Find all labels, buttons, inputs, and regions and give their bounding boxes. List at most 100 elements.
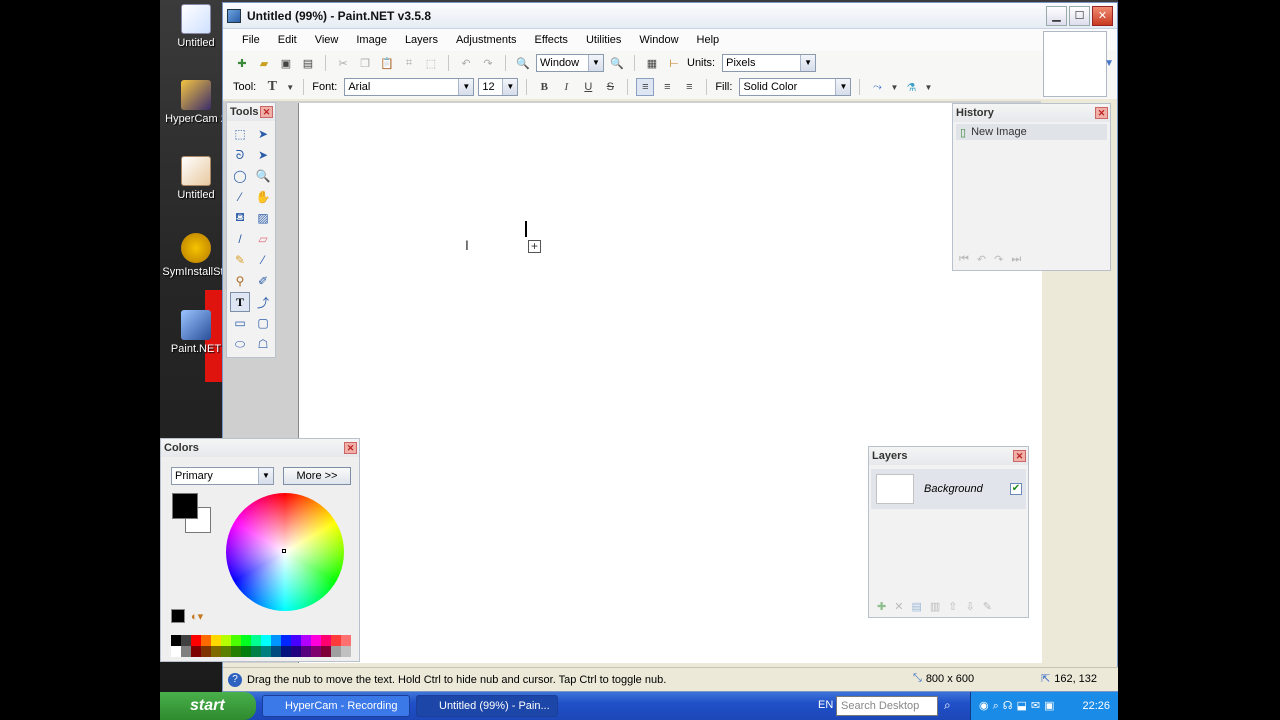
search-icon[interactable]: ⌕ — [944, 698, 951, 713]
layer-properties-icon[interactable]: ✎ — [983, 600, 992, 613]
cut-icon[interactable]: ✂ — [334, 54, 352, 72]
align-right-icon[interactable]: ≡ — [680, 78, 698, 96]
move-selected-icon[interactable]: ➤ — [253, 145, 273, 165]
fast-forward-icon[interactable]: ⏭ — [1011, 253, 1021, 266]
palette-menu-icon[interactable]: ◐▾ — [191, 610, 203, 623]
tray-icons[interactable]: ◉⌕☊⬓✉▣ — [979, 699, 1059, 713]
search-desktop-input[interactable]: Search Desktop — [836, 696, 938, 716]
fill-select[interactable]: Solid Color ▼ — [739, 78, 852, 96]
magic-wand-icon[interactable]: ⁄ — [230, 187, 250, 207]
menu-view[interactable]: View — [306, 34, 348, 46]
desktop-icon-paintnet[interactable]: Paint.NET — [161, 310, 231, 355]
chevron-down-icon[interactable]: ▼ — [285, 78, 295, 96]
blend-mode-icon[interactable]: ⚗ — [902, 78, 920, 96]
print-icon[interactable]: ▤ — [299, 54, 317, 72]
deselect-icon[interactable]: ⬚ — [422, 54, 440, 72]
menu-effects[interactable]: Effects — [526, 34, 577, 46]
ellipse-select-icon[interactable]: ◯ — [230, 166, 250, 186]
eraser-icon[interactable]: ▱ — [253, 229, 273, 249]
color-palette[interactable] — [171, 635, 351, 657]
recolor-icon[interactable]: ✐ — [253, 271, 273, 291]
bold-button[interactable]: B — [535, 78, 553, 96]
rectangle-icon[interactable]: ▭ — [230, 313, 250, 333]
ellipse-icon[interactable]: ⬭ — [230, 334, 250, 354]
menu-layers[interactable]: Layers — [396, 34, 447, 46]
chevron-down-icon[interactable]: ▼ — [890, 78, 898, 96]
taskbar-item-paintnet[interactable]: Untitled (99%) - Pain... — [416, 695, 558, 717]
menu-adjustments[interactable]: Adjustments — [447, 34, 526, 46]
taskbar-item-hypercam[interactable]: HyperCam - Recording — [262, 695, 410, 717]
gradient-icon[interactable]: ▨ — [253, 208, 273, 228]
strikethrough-button[interactable]: S — [601, 78, 619, 96]
add-layer-icon[interactable]: ✚ — [877, 600, 886, 613]
ruler-icon[interactable]: ⊢ — [665, 54, 683, 72]
history-item[interactable]: ▯ New Image — [956, 124, 1107, 140]
undo-icon[interactable]: ↶ — [457, 54, 475, 72]
layer-row[interactable]: Background ✔ — [871, 469, 1026, 509]
close-icon[interactable]: ✕ — [1095, 107, 1108, 119]
line-curve-icon[interactable]: ⤴ — [253, 292, 273, 312]
open-file-icon[interactable]: ▰ — [255, 54, 273, 72]
primary-color-swatch[interactable] — [172, 493, 198, 519]
move-layer-down-icon[interactable]: ⇩ — [965, 600, 974, 613]
desktop-icon-untitled-1[interactable]: Untitled — [161, 4, 231, 49]
clock[interactable]: 22:26 — [1082, 700, 1110, 712]
paintbrush-icon[interactable]: / — [230, 229, 250, 249]
menu-edit[interactable]: Edit — [269, 34, 306, 46]
desktop-icon-untitled-2[interactable]: Untitled — [161, 156, 231, 201]
undo-icon[interactable]: ↶ — [977, 253, 986, 266]
desktop-icon-syminstall[interactable]: SymInstallStu — [161, 233, 231, 278]
move-layer-up-icon[interactable]: ⇧ — [948, 600, 957, 613]
text-icon[interactable]: T — [230, 292, 250, 312]
align-left-icon[interactable]: ≡ — [636, 78, 655, 96]
antialias-icon[interactable]: ⤳ — [868, 78, 886, 96]
copy-icon[interactable]: ❐ — [356, 54, 374, 72]
color-mode-select[interactable]: Primary ▼ — [171, 467, 274, 485]
crop-icon[interactable]: ⌗ — [400, 54, 418, 72]
font-select[interactable]: Arial ▼ — [344, 78, 475, 96]
merge-layer-icon[interactable]: ▥ — [930, 600, 940, 613]
move-selection-icon[interactable]: ➤ — [253, 124, 273, 144]
underline-button[interactable]: U — [579, 78, 597, 96]
paint-bucket-icon[interactable]: ⛾ — [230, 208, 250, 228]
maximize-button[interactable]: ☐ — [1069, 5, 1090, 26]
grid-icon[interactable]: ▦ — [643, 54, 661, 72]
menu-file[interactable]: File — [233, 34, 269, 46]
zoom-in-icon[interactable]: 🔍 — [608, 54, 626, 72]
rectangle-select-icon[interactable]: ⬚ — [230, 124, 250, 144]
close-icon[interactable]: ✕ — [260, 106, 273, 118]
zoom-select[interactable]: Window ▼ — [536, 54, 604, 72]
italic-button[interactable]: I — [557, 78, 575, 96]
pencil-icon[interactable]: ✎ — [230, 250, 250, 270]
delete-layer-icon[interactable]: ✕ — [894, 600, 903, 613]
zoom-icon[interactable]: 🔍 — [253, 166, 273, 186]
palette-swatch-preview[interactable] — [171, 609, 185, 623]
save-icon[interactable]: ▣ — [277, 54, 295, 72]
desktop-icon-hypercam[interactable]: HyperCam 2 — [161, 80, 231, 125]
font-size-select[interactable]: 12 ▼ — [478, 78, 519, 96]
zoom-out-icon[interactable]: 🔍 — [514, 54, 532, 72]
image-thumbnail-tab[interactable] — [1043, 31, 1107, 97]
freeform-shape-icon[interactable]: ☖ — [253, 334, 273, 354]
close-button[interactable]: ✕ — [1092, 5, 1113, 26]
menu-utilities[interactable]: Utilities — [577, 34, 630, 46]
language-indicator[interactable]: EN — [818, 699, 833, 711]
layer-visibility-checkbox[interactable]: ✔ — [1010, 483, 1022, 495]
text-tool-icon[interactable]: T — [263, 78, 281, 96]
minimize-button[interactable]: ▁ — [1046, 5, 1067, 26]
close-icon[interactable]: ✕ — [344, 442, 357, 454]
chevron-down-icon[interactable]: ▼ — [1104, 58, 1114, 69]
new-file-icon[interactable]: ✚ — [233, 54, 251, 72]
lasso-select-icon[interactable]: ᘐ — [230, 145, 250, 165]
redo-icon[interactable]: ↷ — [994, 253, 1003, 266]
align-center-icon[interactable]: ≡ — [658, 78, 676, 96]
menu-image[interactable]: Image — [347, 34, 396, 46]
redo-icon[interactable]: ↷ — [479, 54, 497, 72]
close-icon[interactable]: ✕ — [1013, 450, 1026, 462]
menu-window[interactable]: Window — [630, 34, 687, 46]
color-picker-icon[interactable]: ⁄ — [253, 250, 273, 270]
more-colors-button[interactable]: More >> — [283, 467, 351, 485]
color-wheel-marker[interactable] — [282, 549, 286, 553]
start-button[interactable]: start — [160, 692, 256, 720]
clone-stamp-icon[interactable]: ⚲ — [230, 271, 250, 291]
